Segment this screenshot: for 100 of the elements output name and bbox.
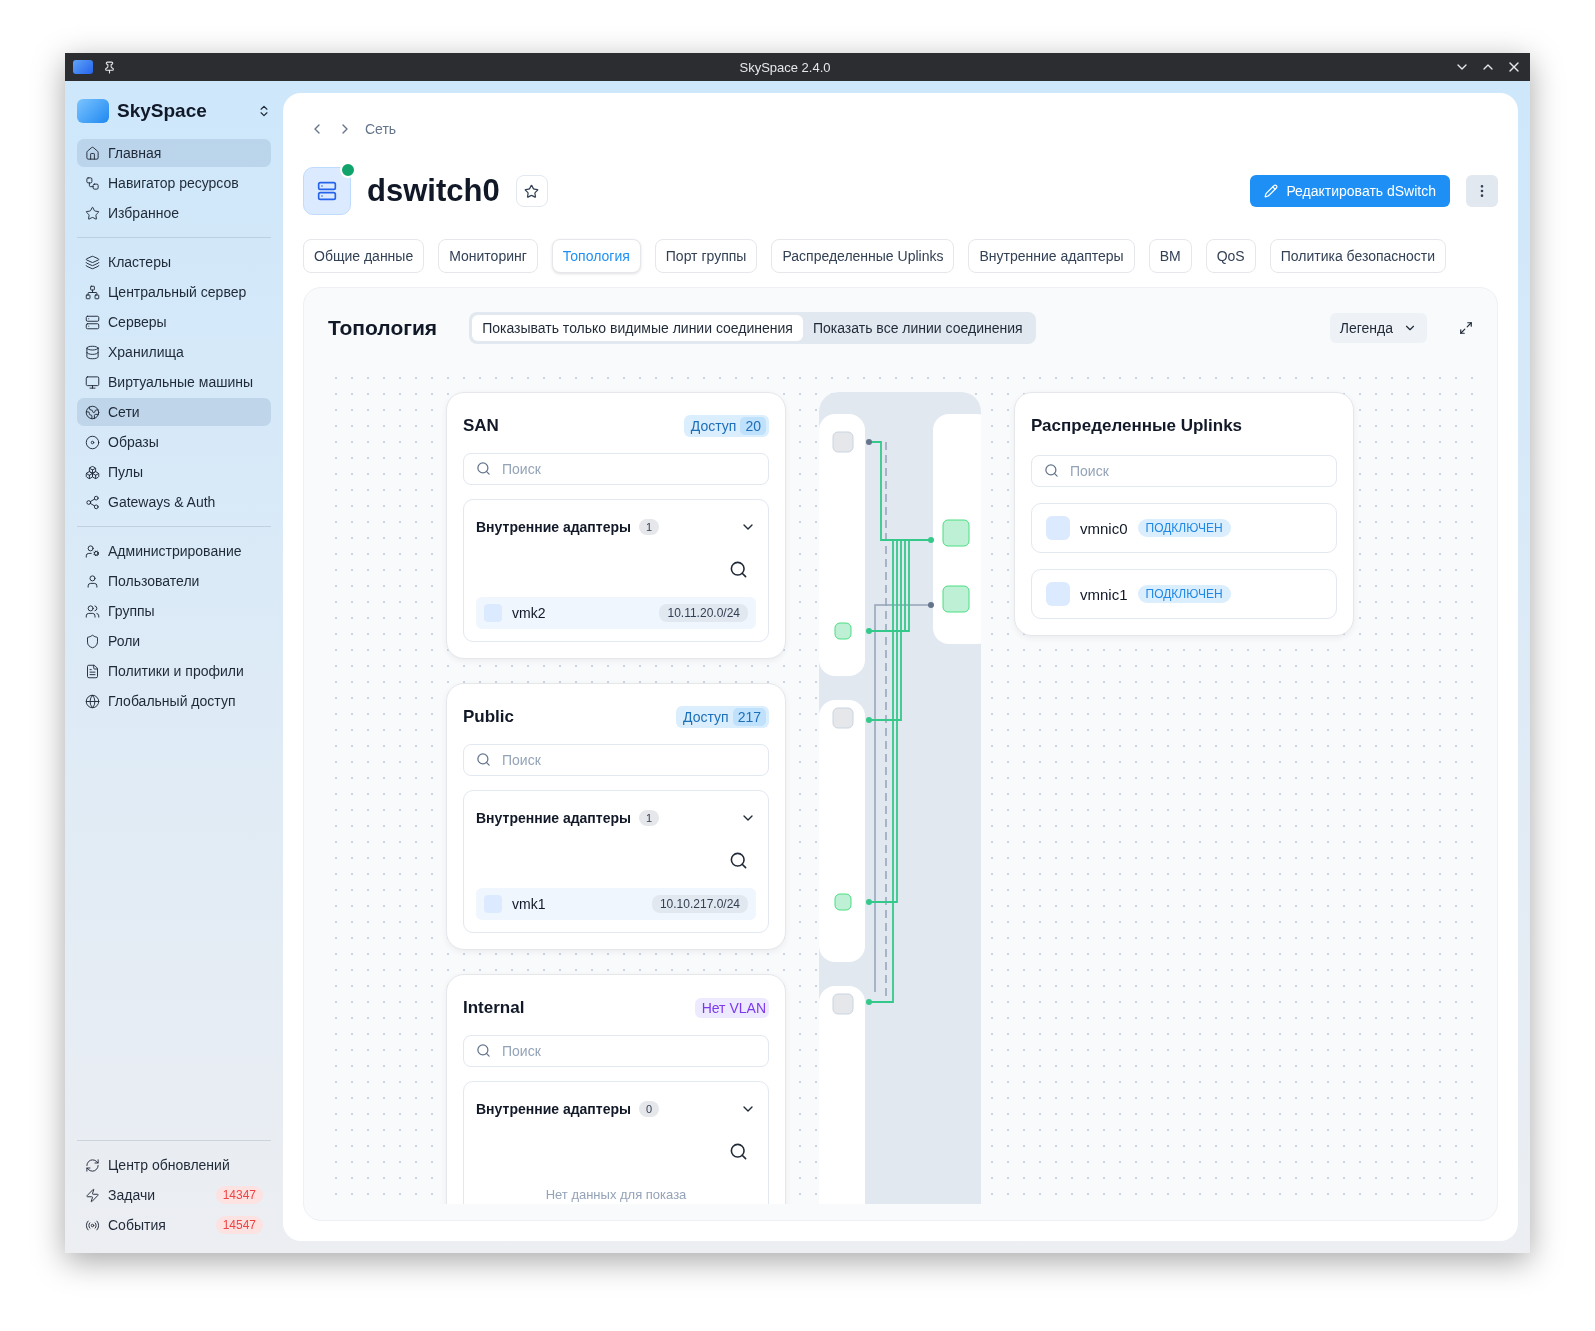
status-badge: ПОДКЛЮЧЕН — [1137, 519, 1231, 537]
uplink-row[interactable]: vmnic0 ПОДКЛЮЧЕН — [1031, 503, 1337, 553]
nav-icon — [85, 314, 100, 330]
pin-icon[interactable] — [103, 60, 116, 74]
segment-option[interactable]: Показывать только видимые линии соединения — [472, 315, 803, 341]
search-icon — [476, 752, 491, 767]
search-field[interactable]: Поиск — [1031, 455, 1337, 487]
count-badge: 14547 — [215, 1216, 263, 1234]
nav-icon — [85, 1187, 100, 1203]
search-icon — [476, 461, 491, 476]
sidebar-item[interactable]: Хранилища — [77, 338, 271, 366]
app-logo-icon — [73, 60, 93, 74]
tab[interactable]: QoS — [1205, 239, 1256, 273]
card-title: SAN — [463, 416, 499, 436]
search-icon[interactable] — [729, 851, 748, 870]
nav-icon — [85, 205, 100, 221]
sidebar-item[interactable]: Кластеры — [77, 248, 271, 276]
nav-icon — [85, 344, 100, 360]
nav-icon — [85, 464, 100, 480]
tab[interactable]: Политика безопасности — [1269, 239, 1447, 273]
tab[interactable]: Мониторинг — [438, 239, 538, 273]
window-title: SkySpace 2.4.0 — [738, 59, 832, 75]
vlan-id: 20 — [740, 417, 766, 435]
tab[interactable]: Общие данные — [303, 239, 425, 273]
card-title: Public — [463, 707, 514, 727]
section-title: Внутренние адаптеры — [476, 519, 631, 535]
nav-icon — [85, 374, 100, 390]
sidebar-item[interactable]: Пулы — [77, 458, 271, 486]
sidebar-item[interactable]: События 14547 — [77, 1211, 271, 1239]
nav-icon — [85, 145, 100, 161]
pencil-icon — [1264, 184, 1279, 198]
vlan-label: Нет VLAN — [701, 1000, 766, 1016]
card-title: Internal — [463, 998, 525, 1018]
status-badge: ПОДКЛЮЧЕН — [1137, 585, 1231, 603]
nav-icon — [85, 693, 100, 709]
sidebar-item[interactable]: Виртуальные машины — [77, 368, 271, 396]
nav-icon — [85, 175, 100, 191]
sidebar-item[interactable]: Главная — [77, 139, 271, 167]
search-field[interactable]: Поиск — [463, 744, 769, 776]
count-badge: 0 — [639, 1101, 660, 1117]
breadcrumb-link[interactable]: Сеть — [365, 121, 397, 137]
section-title: Внутренние адаптеры — [476, 810, 631, 826]
tab[interactable]: Распределенные Uplinks — [771, 239, 955, 273]
switch-icon — [317, 181, 337, 201]
sidebar-item[interactable]: Группы — [77, 597, 271, 625]
nav-icon — [85, 404, 100, 420]
section-title: Внутренние адаптеры — [476, 1101, 631, 1117]
favorite-button[interactable] — [515, 175, 548, 207]
empty-text: Нет данных для показа — [544, 1186, 688, 1204]
vlan-label: Доступ — [683, 709, 729, 725]
sidebar-item[interactable]: Политики и профили — [77, 657, 271, 685]
brand-name: SkySpace — [117, 100, 208, 122]
sidebar-item[interactable]: Центральный сервер — [77, 278, 271, 306]
segment-option[interactable]: Показать все линии соединения — [802, 315, 1033, 341]
nav-icon — [85, 284, 100, 300]
nav-icon — [85, 633, 100, 649]
sidebar-item[interactable]: Пользователи — [77, 567, 271, 595]
page-title: dswitch0 — [367, 173, 500, 209]
sidebar-item[interactable]: Глобальный доступ — [77, 687, 271, 715]
sidebar-item[interactable]: Gateways & Auth — [77, 488, 271, 516]
count-badge: 1 — [639, 519, 660, 535]
fullscreen-icon[interactable] — [1459, 321, 1473, 335]
search-field[interactable]: Поиск — [463, 453, 769, 485]
sidebar-item[interactable]: Навигатор ресурсов — [77, 169, 271, 197]
nav-icon — [85, 434, 100, 450]
search-icon — [1044, 463, 1059, 478]
sidebar-item[interactable]: Задачи 14347 — [77, 1181, 271, 1209]
sidebar-item[interactable]: Администрирование — [77, 537, 271, 565]
subnet-badge: 10.11.20.0/24 — [659, 604, 748, 622]
section-title: Топология — [328, 316, 438, 340]
count-badge: 1 — [639, 810, 660, 826]
count-badge: 14347 — [215, 1186, 263, 1204]
search-icon[interactable] — [729, 560, 748, 579]
sidebar-item[interactable]: Сети — [77, 398, 271, 426]
sidebar-item[interactable]: Избранное — [77, 199, 271, 227]
legend-dropdown[interactable]: Легенда — [1329, 313, 1427, 343]
sidebar-item[interactable]: Роли — [77, 627, 271, 655]
nav-icon — [85, 1157, 100, 1173]
tab[interactable]: ВМ — [1148, 239, 1192, 273]
nav-icon — [85, 603, 100, 619]
subnet-badge: 10.10.217.0/24 — [651, 895, 748, 913]
nav-icon — [85, 663, 100, 679]
sidebar-item[interactable]: Серверы — [77, 308, 271, 336]
nav-icon — [85, 254, 100, 270]
star-icon — [524, 183, 540, 199]
search-field[interactable]: Поиск — [463, 1035, 769, 1067]
sidebar-item[interactable]: Образы — [77, 428, 271, 456]
brand-logo-icon — [77, 99, 109, 123]
tab[interactable]: Порт группы — [654, 239, 758, 273]
search-icon[interactable] — [729, 1142, 748, 1161]
adapter-row[interactable]: vmk1 10.10.217.0/24 — [476, 888, 756, 920]
uplink-row[interactable]: vmnic1 ПОДКЛЮЧЕН — [1031, 569, 1337, 619]
adapter-row[interactable]: vmk2 10.11.20.0/24 — [476, 597, 756, 629]
vlan-id: 217 — [732, 708, 766, 726]
sidebar-item[interactable]: Центр обновлений — [77, 1151, 271, 1179]
nav-icon — [85, 573, 100, 589]
vlan-label: Доступ — [690, 418, 737, 434]
tab[interactable]: Внутренние адаптеры — [968, 239, 1135, 273]
card-title: Распределенные Uplinks — [1031, 416, 1243, 436]
nav-icon — [85, 543, 100, 559]
